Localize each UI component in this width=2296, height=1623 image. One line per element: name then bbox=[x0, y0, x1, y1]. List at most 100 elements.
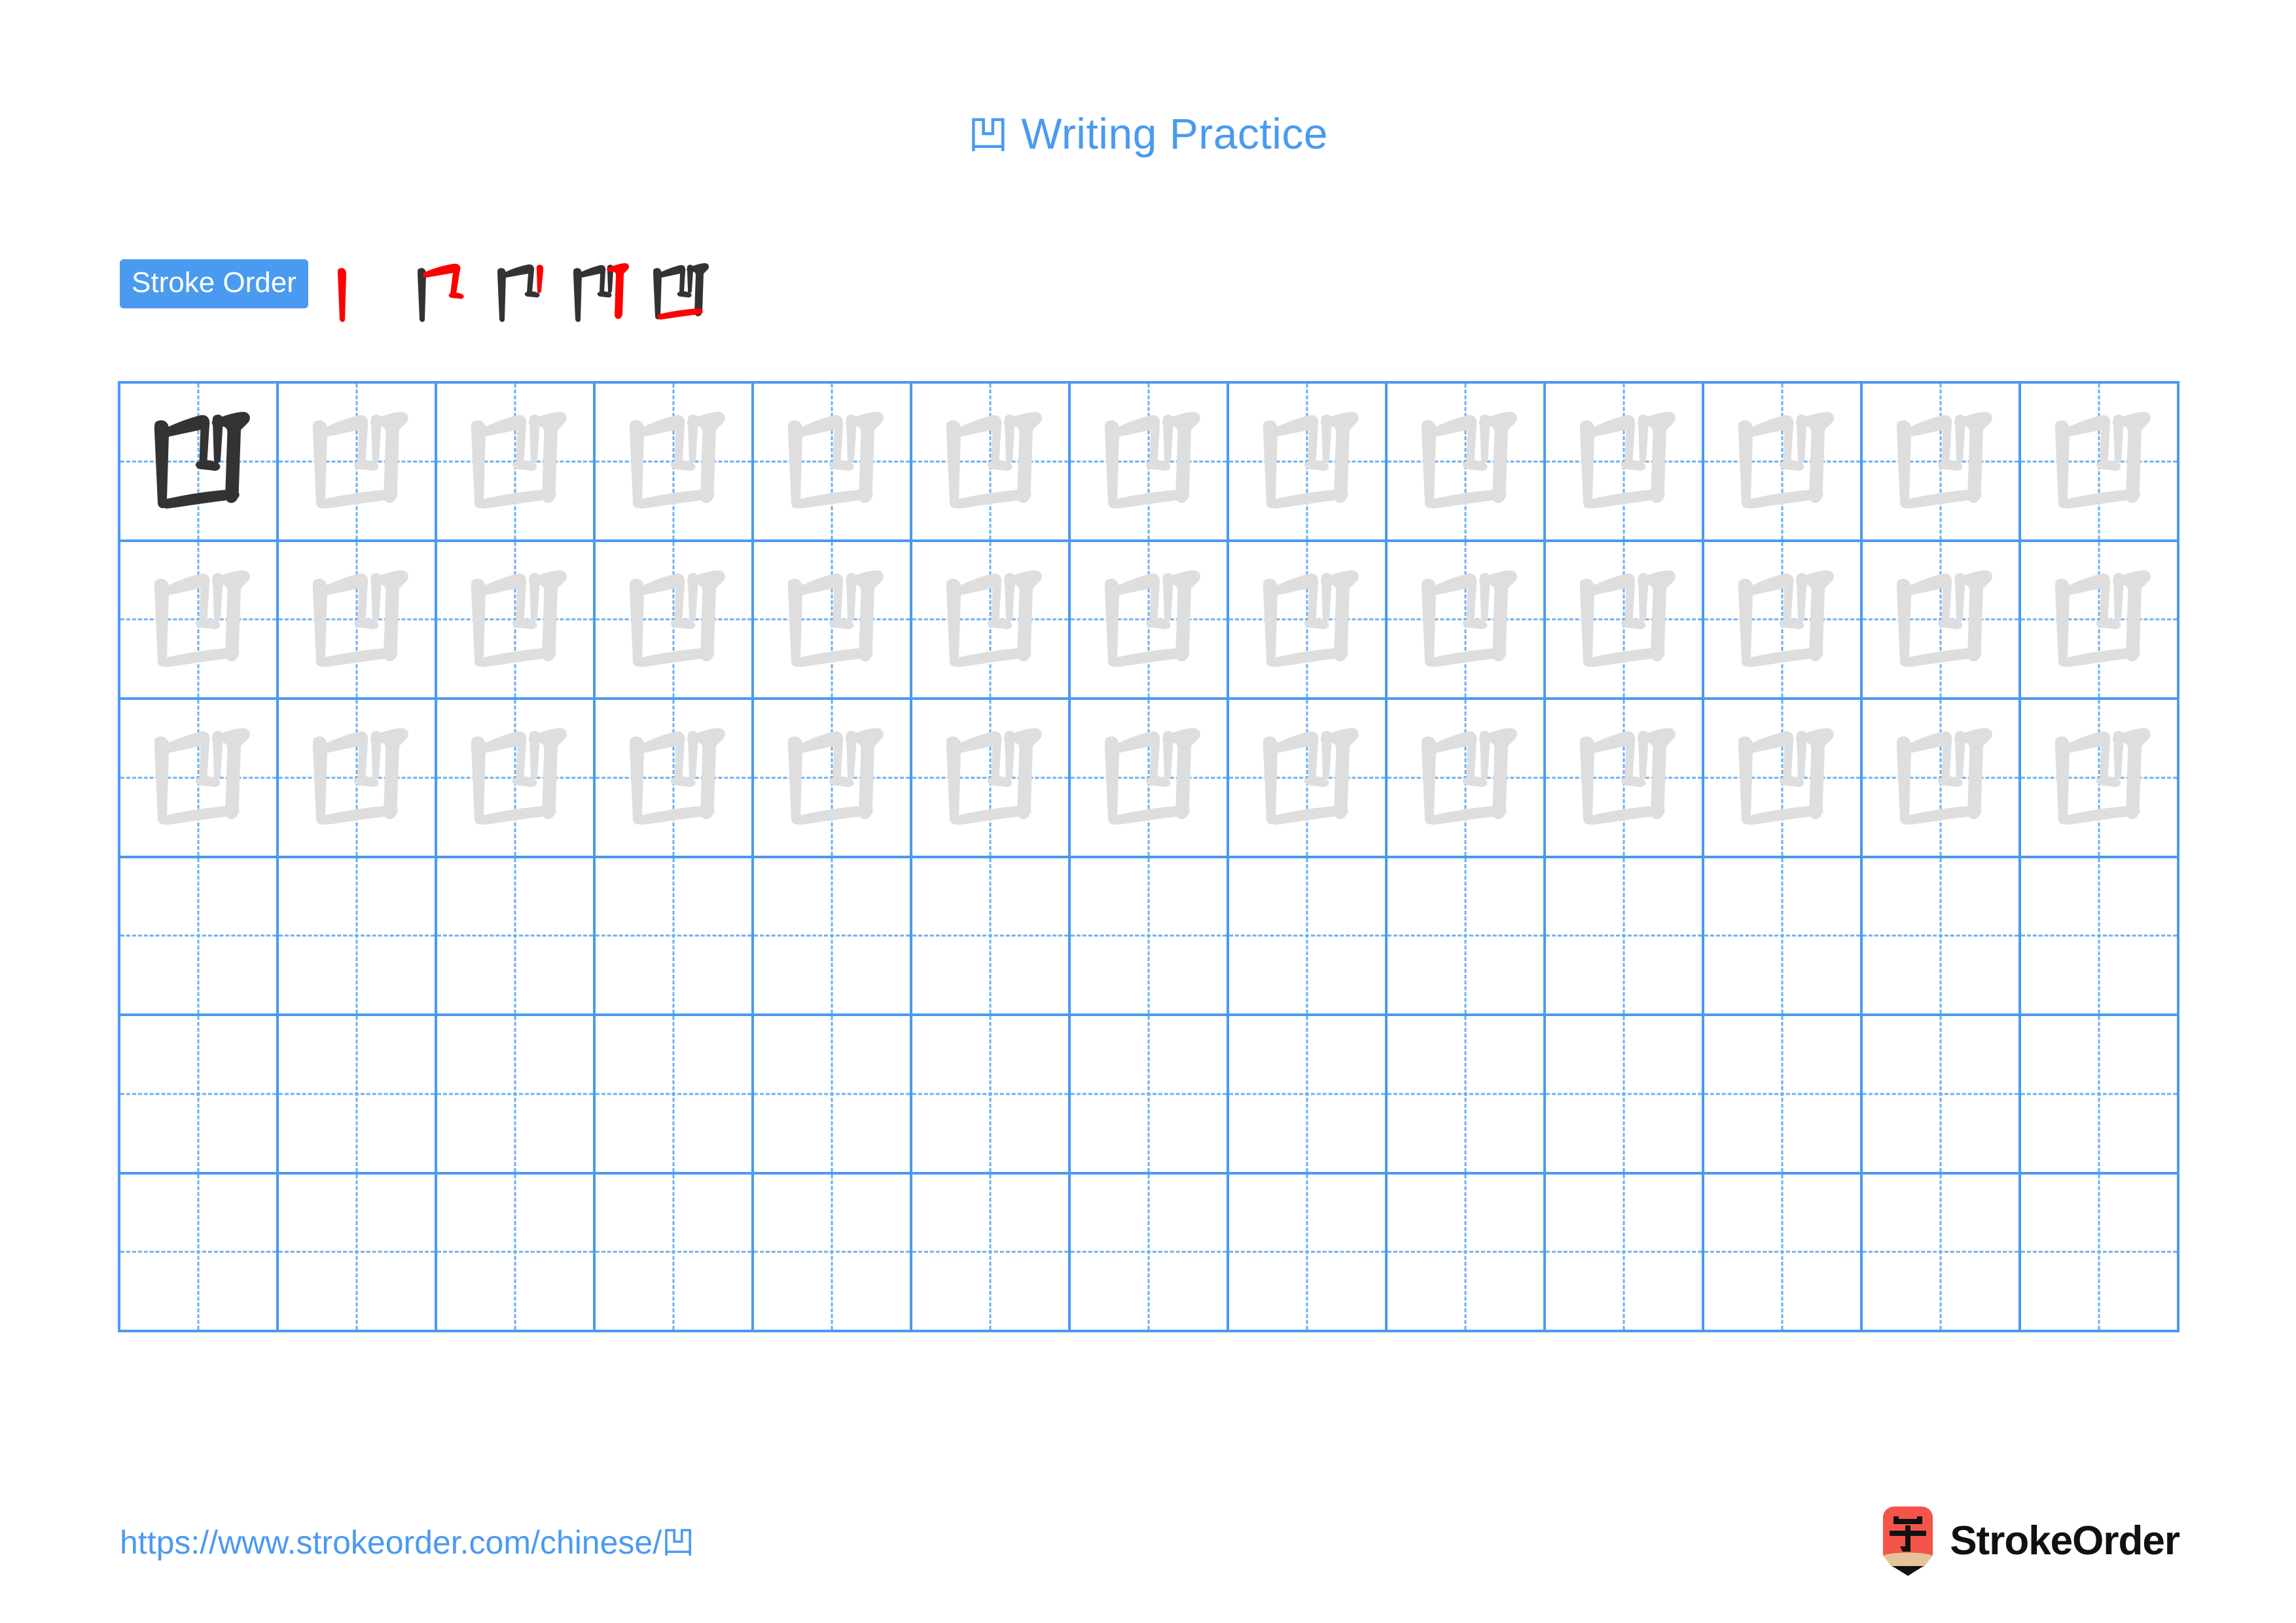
practice-cell[interactable] bbox=[279, 700, 437, 858]
trace-character bbox=[1863, 384, 2018, 539]
practice-cell[interactable] bbox=[754, 700, 912, 858]
practice-cell[interactable] bbox=[279, 541, 437, 700]
practice-cell[interactable] bbox=[1388, 858, 1546, 1016]
practice-cell[interactable] bbox=[596, 858, 754, 1016]
practice-cell[interactable] bbox=[1388, 1174, 1546, 1332]
trace-character bbox=[437, 384, 593, 539]
practice-cell[interactable] bbox=[1546, 384, 1704, 542]
practice-cell[interactable] bbox=[1546, 541, 1704, 700]
trace-character bbox=[912, 384, 1068, 539]
practice-cell[interactable] bbox=[1229, 541, 1388, 700]
practice-cell[interactable] bbox=[596, 700, 754, 858]
practice-cell[interactable] bbox=[912, 858, 1071, 1016]
practice-cell[interactable] bbox=[437, 384, 596, 542]
practice-cell[interactable] bbox=[1388, 541, 1546, 700]
trace-character bbox=[1704, 384, 1860, 539]
practice-cell[interactable] bbox=[754, 1016, 912, 1175]
practice-cell[interactable] bbox=[1704, 1174, 1863, 1332]
practice-cell[interactable] bbox=[1388, 384, 1546, 542]
practice-cell[interactable] bbox=[120, 541, 279, 700]
trace-character bbox=[1071, 384, 1227, 539]
practice-cell[interactable] bbox=[1704, 541, 1863, 700]
practice-cell[interactable] bbox=[2021, 858, 2179, 1016]
trace-character bbox=[1704, 542, 1860, 698]
practice-cell[interactable] bbox=[279, 1174, 437, 1332]
pencil-logo-icon bbox=[1880, 1506, 1935, 1577]
trace-character bbox=[2021, 700, 2177, 856]
practice-cell[interactable] bbox=[1388, 1016, 1546, 1175]
practice-cell[interactable] bbox=[912, 541, 1071, 700]
practice-cell[interactable] bbox=[2021, 1174, 2179, 1332]
practice-cell[interactable] bbox=[120, 858, 279, 1016]
practice-cell[interactable] bbox=[279, 1016, 437, 1175]
practice-cell[interactable] bbox=[1388, 700, 1546, 858]
practice-cell[interactable] bbox=[1546, 1016, 1704, 1175]
practice-cell[interactable] bbox=[1229, 858, 1388, 1016]
footer-url-link[interactable]: https://www.strokeorder.com/chinese/凹 bbox=[120, 1516, 694, 1563]
practice-cell[interactable] bbox=[1704, 1016, 1863, 1175]
practice-cell[interactable] bbox=[596, 541, 754, 700]
practice-cell[interactable] bbox=[1863, 1016, 2021, 1175]
brand-logo[interactable]: StrokeOrder bbox=[1880, 1502, 2180, 1580]
practice-cell[interactable] bbox=[754, 384, 912, 542]
practice-cell[interactable] bbox=[1071, 1016, 1229, 1175]
practice-cell[interactable] bbox=[1704, 384, 1863, 542]
practice-cell[interactable] bbox=[279, 384, 437, 542]
trace-character bbox=[2021, 542, 2177, 698]
practice-cell[interactable] bbox=[596, 1174, 754, 1332]
practice-cell[interactable] bbox=[1229, 1174, 1388, 1332]
practice-cell[interactable] bbox=[1704, 858, 1863, 1016]
practice-cell[interactable] bbox=[437, 541, 596, 700]
practice-cell[interactable] bbox=[2021, 700, 2179, 858]
practice-cell[interactable] bbox=[1071, 858, 1229, 1016]
practice-grid bbox=[118, 381, 2179, 1332]
practice-cell[interactable] bbox=[1704, 700, 1863, 858]
practice-cell[interactable] bbox=[1229, 1016, 1388, 1175]
trace-character bbox=[279, 384, 435, 539]
practice-cell[interactable] bbox=[1071, 384, 1229, 542]
practice-cell[interactable] bbox=[596, 1016, 754, 1175]
practice-cell[interactable] bbox=[1071, 1174, 1229, 1332]
trace-character bbox=[1863, 542, 2018, 698]
practice-cell[interactable] bbox=[120, 1016, 279, 1175]
practice-cell[interactable] bbox=[1546, 858, 1704, 1016]
practice-cell[interactable] bbox=[1229, 700, 1388, 858]
practice-cell[interactable] bbox=[1546, 700, 1704, 858]
practice-cell[interactable] bbox=[437, 858, 596, 1016]
trace-character bbox=[437, 700, 593, 856]
practice-cell[interactable] bbox=[754, 858, 912, 1016]
trace-character bbox=[1388, 542, 1543, 698]
practice-cell[interactable] bbox=[2021, 541, 2179, 700]
practice-cell[interactable] bbox=[1863, 700, 2021, 858]
practice-cell[interactable] bbox=[1863, 384, 2021, 542]
practice-cell[interactable] bbox=[437, 1016, 596, 1175]
practice-cell[interactable] bbox=[912, 384, 1071, 542]
practice-cell[interactable] bbox=[754, 541, 912, 700]
practice-cell[interactable] bbox=[1863, 541, 2021, 700]
practice-cell[interactable] bbox=[912, 1174, 1071, 1332]
practice-cell[interactable] bbox=[120, 384, 279, 542]
practice-cell[interactable] bbox=[1863, 858, 2021, 1016]
practice-cell[interactable] bbox=[1546, 1174, 1704, 1332]
practice-cell[interactable] bbox=[279, 858, 437, 1016]
practice-cell[interactable] bbox=[1863, 1174, 2021, 1332]
trace-character bbox=[1704, 700, 1860, 856]
practice-cell[interactable] bbox=[912, 1016, 1071, 1175]
trace-character bbox=[596, 542, 751, 698]
practice-cell[interactable] bbox=[754, 1174, 912, 1332]
practice-cell[interactable] bbox=[120, 1174, 279, 1332]
practice-cell[interactable] bbox=[1071, 541, 1229, 700]
practice-cell[interactable] bbox=[437, 1174, 596, 1332]
practice-cell[interactable] bbox=[2021, 1016, 2179, 1175]
trace-character bbox=[912, 542, 1068, 698]
practice-cell[interactable] bbox=[1229, 384, 1388, 542]
trace-character bbox=[1229, 384, 1385, 539]
practice-cell[interactable] bbox=[596, 384, 754, 542]
practice-cell[interactable] bbox=[912, 700, 1071, 858]
practice-cell[interactable] bbox=[2021, 384, 2179, 542]
practice-cell[interactable] bbox=[1071, 700, 1229, 858]
practice-cell[interactable] bbox=[437, 700, 596, 858]
practice-cell[interactable] bbox=[120, 700, 279, 858]
stroke-order-badge: Stroke Order bbox=[120, 259, 308, 308]
trace-character bbox=[1229, 700, 1385, 856]
